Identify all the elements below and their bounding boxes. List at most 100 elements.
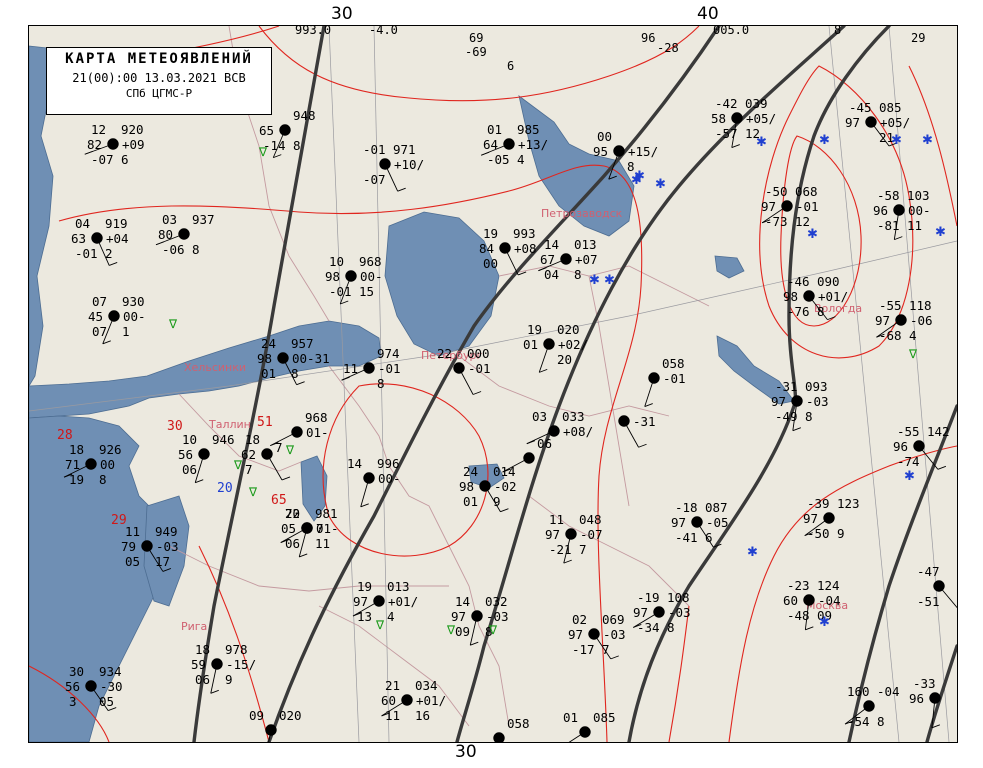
station-circle-icon <box>543 338 555 350</box>
edge-value: 6 <box>507 59 514 73</box>
station-value-ml: 63 <box>71 231 86 246</box>
station-plot: -31 093 97 -03 -49 8 <box>771 379 829 432</box>
station-value-br: 8 <box>99 472 107 487</box>
station-value-tr: 934 <box>99 664 122 679</box>
station-value-ml: 71 <box>65 457 80 472</box>
station-value-br: 8 <box>574 267 582 282</box>
snow-icon: ✱ <box>935 225 946 240</box>
station-value-br: 8 <box>377 376 385 391</box>
station-value-ml: 97 <box>803 511 818 526</box>
station-value-tr: 108 <box>667 590 690 605</box>
station-value-tl: -33 <box>913 676 936 691</box>
station-value-tr: 930 <box>122 294 145 309</box>
station-value-ml: 96 <box>893 439 908 454</box>
wind-barb-feather <box>526 440 535 445</box>
station-circle-icon <box>261 448 273 460</box>
station-value-ml: 80 <box>158 227 173 242</box>
precipitation-icon: ∇ <box>446 623 456 637</box>
station-value-mr: 00- <box>908 203 931 218</box>
station-plot: 058 <box>493 716 530 742</box>
station-value-br: 7 <box>602 642 610 657</box>
station-value-tl: -23 <box>787 578 810 593</box>
station-value-tr: 993 <box>513 226 536 241</box>
station-value-mr: -03 <box>603 627 626 642</box>
station-value-ml: 97 <box>875 313 890 328</box>
station-value-bl: 06 <box>195 672 210 687</box>
snow-icon: ✱ <box>604 273 615 288</box>
station-circle-icon <box>479 480 491 492</box>
station-plot: -50 06897 -01-73 12 <box>761 184 819 229</box>
station-value-ml: 97 <box>545 527 560 542</box>
station-value-tl: -55 <box>879 298 902 313</box>
station-circle-icon <box>913 440 925 452</box>
wind-barb-feather <box>299 553 308 558</box>
station-value-bl: 05 <box>125 554 140 569</box>
station-plot: 14 03297 -0309 8 <box>451 594 509 646</box>
precipitation-icon: ∇ <box>488 623 498 637</box>
edge-value: 993.0 <box>295 26 331 37</box>
station-value-tr: 919 <box>105 216 128 231</box>
station-circle-icon <box>895 314 907 326</box>
station-value-ml: 01 <box>523 337 538 352</box>
isobar-label-28: 28 <box>57 428 73 443</box>
station-value-bl: 3 <box>69 694 77 709</box>
station-value-tl: 10 <box>182 432 197 447</box>
station-value-tl: 12 <box>91 122 106 137</box>
station-value-br: 11 <box>907 218 922 233</box>
station-value-tr: 926 <box>99 442 122 457</box>
station-value-tl: 18 <box>69 442 84 457</box>
station-value-tl: -39 <box>807 496 830 511</box>
station-circle-icon <box>618 415 630 427</box>
wind-barb-feather <box>472 391 482 395</box>
station-value-bl: 01 <box>261 366 276 381</box>
station-value-br: 7 <box>579 542 587 557</box>
station-value-tr: 093 <box>805 379 828 394</box>
station-circle-icon <box>823 512 835 524</box>
station-value-tl: 14 <box>455 594 470 609</box>
station-circle-icon <box>141 540 153 552</box>
station-value-bl: 04 <box>544 267 559 282</box>
station-value-bl: 06 <box>285 536 300 551</box>
station-value-mr: +05/ <box>880 115 910 130</box>
station-value-ml: 60 <box>381 693 396 708</box>
station-value-mr: 7 <box>316 521 324 536</box>
map-datetime: 21(00):00 13.03.2021 ВСВ <box>72 71 246 85</box>
station-circle-icon <box>91 232 103 244</box>
station-value-bl: -21 <box>549 542 572 557</box>
station-value-mr: +01/ <box>818 289 848 304</box>
city-tallinn: Таллин <box>208 418 251 431</box>
blue-value-label: 20 <box>217 481 233 496</box>
station-value-bl: -07 <box>363 172 386 187</box>
station-value-tr: 048 <box>579 512 602 527</box>
station-circle-icon <box>731 112 743 124</box>
station-value-tr: 123 <box>837 496 860 511</box>
snow-icon: ✱ <box>655 177 666 192</box>
station-value-bl: 09 <box>455 624 470 639</box>
station-value-ml: 05 <box>281 521 296 536</box>
station-value-mr: -01 <box>468 361 491 376</box>
snow-icon: ✱ <box>747 545 758 560</box>
station-value-mr: -02 <box>494 479 517 494</box>
station-value-mr: +09 <box>122 137 145 152</box>
station-value-tl: 00 <box>597 129 612 144</box>
station-value-bl: -74 <box>897 454 920 469</box>
station-value-ml: 60 <box>783 593 798 608</box>
station-value-bl: -07 <box>91 152 114 167</box>
station-value-tr: 013 <box>574 237 597 252</box>
wind-barb-feather <box>638 443 647 448</box>
station-value-mr: +04 <box>106 231 129 246</box>
wind-barb-feather <box>792 427 801 432</box>
station-value-mr: 00-31 <box>292 351 330 366</box>
weather-map[interactable]: Петрозаводск Петербург Хельсинки Таллин … <box>28 25 958 743</box>
station-value-mr: 00 <box>100 457 115 472</box>
station-circle-icon <box>588 628 600 640</box>
station-circle-icon <box>933 580 945 592</box>
station-value-mr: +02/ <box>558 337 588 352</box>
snow-icon: ✱ <box>922 133 933 148</box>
station-value-ml: 79 <box>121 539 136 554</box>
station-value-bl: 07 <box>92 324 107 339</box>
station-plot: 10 946 5606 <box>178 432 235 484</box>
station-value-tr: 06 <box>537 436 552 451</box>
station-value-br: 20 <box>557 352 572 367</box>
station-value-br: 8 <box>667 620 675 635</box>
